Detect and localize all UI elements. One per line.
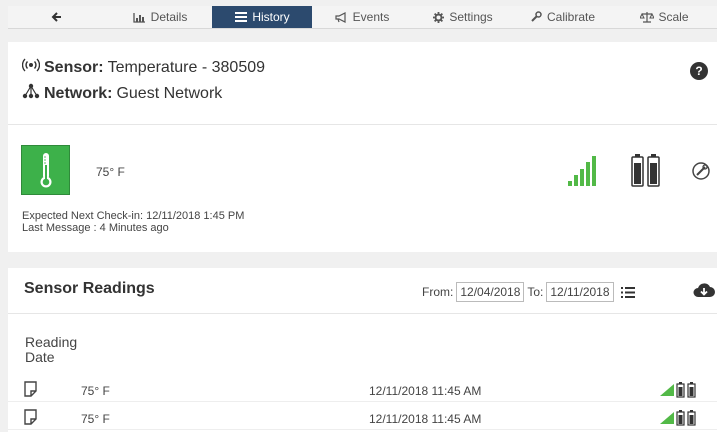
arrow-left-icon [49, 10, 63, 24]
tab-bar: Details History Events Settings Calibrat… [8, 6, 717, 29]
to-label: To: [527, 285, 544, 299]
reading-value: 75° F [81, 384, 110, 398]
battery-icon [631, 153, 661, 192]
network-name: Guest Network [116, 84, 223, 102]
sensor-name: Temperature - 380509 [107, 58, 266, 76]
battery-icon [676, 410, 696, 429]
tab-events[interactable]: Events [312, 6, 412, 28]
readings-header: Sensor Readings From: To: [8, 268, 717, 314]
next-checkin: Expected Next Check-in: 12/11/2018 1:45 … [22, 210, 245, 222]
sensor-label: Sensor: [44, 58, 104, 76]
note-icon[interactable] [24, 381, 37, 400]
sensor-line: Sensor: Temperature - 380509 [21, 58, 266, 77]
sensor-info-panel: Sensor: Temperature - 380509 Network: Gu… [8, 42, 717, 125]
tab-calibrate[interactable]: Calibrate [512, 6, 612, 28]
tab-details[interactable]: Details [108, 6, 212, 28]
reading-date: 12/11/2018 11:45 AM [369, 384, 482, 398]
gear-icon [431, 10, 445, 24]
back-button[interactable] [8, 6, 108, 28]
list-icon [234, 10, 248, 24]
current-reading: 75° F [96, 165, 125, 179]
signal-icon [660, 384, 674, 399]
sensor-readings-panel: Sensor Readings From: To: Reading Date 7… [8, 268, 717, 432]
column-header-reading-date: Reading Date [25, 334, 78, 365]
checkin-info: Expected Next Check-in: 12/11/2018 1:45 … [22, 210, 244, 234]
megaphone-icon [335, 10, 349, 24]
signal-strength-icon [568, 154, 600, 191]
thermometer-icon [21, 145, 70, 195]
cloud-download-icon[interactable] [693, 282, 715, 303]
network-line: Network: Guest Network [22, 83, 222, 104]
chart-icon [133, 10, 147, 24]
note-icon[interactable] [24, 409, 37, 428]
reading-value: 75° F [81, 412, 110, 426]
sensor-status-panel: 75° F Expected Next Check-in: 12/11/2018… [8, 125, 717, 252]
reading-date: 12/11/2018 11:45 AM [369, 412, 482, 426]
balance-scale-icon [640, 10, 655, 24]
to-date-input[interactable] [546, 282, 615, 302]
network-icon [22, 83, 40, 104]
wrench-icon [529, 10, 543, 24]
broadcast-icon [21, 58, 41, 77]
list-view-icon[interactable] [621, 286, 636, 298]
last-message: Last Message : 4 Minutes ago [22, 222, 169, 234]
tab-history[interactable]: History [212, 6, 312, 28]
readings-title: Sensor Readings [24, 280, 155, 297]
tab-scale[interactable]: Scale [612, 6, 717, 28]
help-icon[interactable]: ? [690, 62, 708, 80]
diagnostic-icon[interactable] [691, 161, 711, 186]
from-date-input[interactable] [456, 282, 525, 302]
from-label: From: [422, 285, 454, 299]
network-label: Network: [44, 84, 113, 102]
date-range: From: To: [422, 282, 636, 302]
table-row: 75° F 12/11/2018 11:45 AM [8, 407, 717, 430]
battery-icon [676, 382, 696, 401]
signal-icon [660, 412, 674, 427]
table-row: 75° F 12/11/2018 11:45 AM [8, 379, 717, 402]
tab-settings[interactable]: Settings [412, 6, 512, 28]
